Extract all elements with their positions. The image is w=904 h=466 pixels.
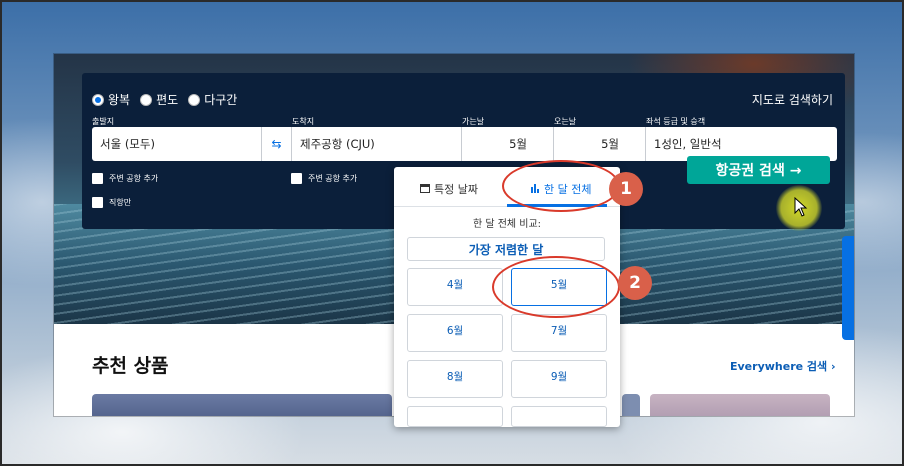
compare-label: 한 달 전체 비교: — [472, 219, 542, 230]
nearby-destination-checkbox[interactable]: 주변 공항 추가 — [291, 173, 357, 184]
recommendation-card[interactable] — [650, 394, 830, 416]
trip-type-label: 왕복 — [108, 93, 131, 107]
search-flights-button[interactable]: 항공권 검색 → — [687, 156, 830, 184]
trip-roundtrip-radio[interactable]: 왕복 — [92, 91, 130, 108]
month-option-partial[interactable] — [407, 406, 503, 427]
depart-date-input[interactable]: 5월 — [462, 127, 554, 161]
trip-type-label: 편도 — [156, 93, 179, 107]
checkbox-icon — [291, 173, 302, 184]
checkbox-icon — [92, 197, 103, 208]
radio-selected-icon — [92, 93, 104, 106]
feedback-side-tab[interactable] — [842, 236, 854, 340]
calendar-icon — [420, 183, 430, 196]
screenshot-frame: 왕복 편도 다구간 지도로 검색하기 출발지 도착지 가는날 오는날 좌석 등급… — [0, 0, 904, 466]
annotation-badge-2: 2 — [618, 266, 652, 300]
return-date-input[interactable]: 5월 — [554, 127, 646, 161]
swap-icon[interactable]: ⇆ — [262, 127, 292, 161]
month-option[interactable]: 6월 — [407, 314, 503, 352]
direct-only-checkbox[interactable]: 직항만 — [92, 197, 131, 208]
return-label: 오는날 — [554, 117, 577, 126]
recommended-title: 추천 상품 — [92, 355, 169, 377]
checkbox-label: 주변 공항 추가 — [109, 174, 159, 183]
tab-specific-date[interactable]: 특정 날짜 — [420, 181, 478, 197]
recommendation-card[interactable] — [622, 394, 640, 416]
checkbox-label: 주변 공항 추가 — [308, 174, 358, 183]
mouse-pointer-icon — [794, 196, 808, 221]
trip-type-label: 다구간 — [204, 93, 238, 107]
tab-label: 특정 날짜 — [434, 183, 478, 196]
radio-icon — [140, 93, 153, 106]
month-option[interactable]: 8월 — [407, 360, 503, 398]
annotation-circle-1 — [502, 160, 620, 212]
radio-icon — [188, 93, 201, 106]
month-option[interactable]: 7월 — [511, 314, 607, 352]
checkbox-icon — [92, 173, 103, 184]
annotation-badge-1: 1 — [609, 172, 643, 206]
origin-label: 출발지 — [92, 117, 115, 126]
destination-label: 도착지 — [292, 117, 315, 126]
recommendation-card[interactable] — [92, 394, 392, 416]
everywhere-search-link[interactable]: Everywhere 검색 › — [730, 358, 836, 374]
map-search-link[interactable]: 지도로 검색하기 — [752, 91, 833, 108]
month-option[interactable]: 9월 — [511, 360, 607, 398]
trip-oneway-radio[interactable]: 편도 — [140, 91, 178, 108]
cabin-label: 좌석 등급 및 승객 — [646, 117, 706, 126]
trip-multicity-radio[interactable]: 다구간 — [188, 91, 237, 108]
destination-input[interactable]: 제주공항 (CJU) — [292, 127, 462, 161]
depart-label: 가는날 — [462, 117, 485, 126]
origin-input[interactable]: 서울 (모두) — [92, 127, 262, 161]
checkbox-label: 직항만 — [109, 198, 132, 207]
month-option-partial[interactable] — [511, 406, 607, 427]
trip-type-group: 왕복 편도 다구간 — [92, 91, 237, 108]
month-option[interactable]: 4월 — [407, 268, 503, 306]
annotation-circle-2 — [492, 256, 620, 318]
nearby-origin-checkbox[interactable]: 주변 공항 추가 — [92, 173, 158, 184]
